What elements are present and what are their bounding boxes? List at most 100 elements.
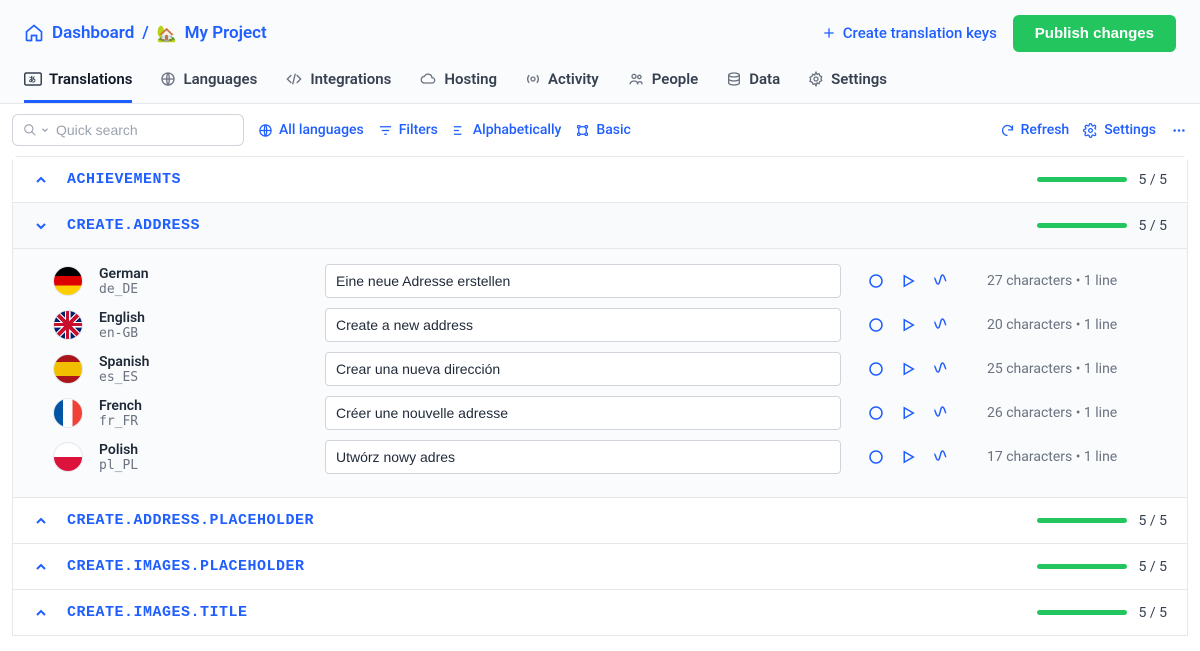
group-header[interactable]: CREATE.ADDRESS.PLACEHOLDER 5 / 5 [13,498,1187,543]
language-info: Polish pl_PL [99,442,309,473]
translation-input-wrapper [325,352,841,386]
translation-input[interactable] [325,396,841,430]
search-input[interactable] [56,122,233,138]
breadcrumb: Dashboard / 🏡 My Project [24,23,267,43]
tab-data[interactable]: Data [726,70,780,103]
play-icon[interactable] [899,272,917,290]
group-create-images-title: CREATE.IMAGES.TITLE 5 / 5 [12,589,1188,636]
chevron-down-icon [33,218,49,234]
group-key: CREATE.ADDRESS.PLACEHOLDER [67,512,314,529]
translation-input[interactable] [325,264,841,298]
wave-icon[interactable] [931,448,951,466]
wave-icon[interactable] [931,360,951,378]
filters-button[interactable]: Filters [378,122,438,138]
translation-row: English en-GB 20 characters • 1 line [53,303,1147,347]
language-info: German de_DE [99,266,309,297]
tab-label: Settings [831,70,887,88]
tab-label: Hosting [444,70,497,88]
wave-icon[interactable] [931,404,951,422]
progress-bar [1037,177,1127,182]
progress-count: 5 / 5 [1139,172,1167,188]
publish-button[interactable]: Publish changes [1013,15,1176,52]
tab-label: Data [749,70,780,88]
group-header[interactable]: CREATE.IMAGES.PLACEHOLDER 5 / 5 [13,544,1187,589]
play-icon[interactable] [899,360,917,378]
row-actions [867,316,951,334]
group-achievements: ACHIEVEMENTS 5 / 5 [12,156,1188,203]
translation-input[interactable] [325,352,841,386]
language-info: French fr_FR [99,398,309,429]
status-circle-icon[interactable] [867,448,885,466]
all-languages-label: All languages [279,122,364,138]
tab-activity[interactable]: Activity [525,70,599,103]
translation-row: French fr_FR 26 characters • 1 line [53,391,1147,435]
wave-icon[interactable] [931,272,951,290]
data-icon [726,71,742,87]
progress-count: 5 / 5 [1139,605,1167,621]
tab-people[interactable]: People [627,70,699,103]
progress-bar [1037,564,1127,569]
home-icon[interactable] [24,23,44,43]
flag-icon [53,442,83,472]
row-actions [867,404,951,422]
view-button[interactable]: Basic [575,122,630,138]
translation-input-wrapper [325,264,841,298]
activity-icon [525,71,541,87]
language-code: fr_FR [99,414,309,429]
chevron-up-icon [33,513,49,529]
status-circle-icon[interactable] [867,272,885,290]
group-key: CREATE.ADDRESS [67,217,200,234]
language-code: en-GB [99,326,309,341]
language-name: French [99,398,309,414]
group-progress: 5 / 5 [1037,513,1167,529]
status-circle-icon[interactable] [867,316,885,334]
group-progress: 5 / 5 [1037,172,1167,188]
tab-translations[interactable]: あ Translations [24,70,132,103]
play-icon[interactable] [899,404,917,422]
tab-languages[interactable]: Languages [160,70,257,103]
view-label: Basic [596,122,630,138]
group-progress: 5 / 5 [1037,218,1167,234]
language-code: de_DE [99,282,309,297]
filters-label: Filters [399,122,438,138]
breadcrumb-project[interactable]: My Project [185,23,267,43]
code-icon [285,71,303,87]
create-keys-label: Create translation keys [843,24,997,42]
translation-input[interactable] [325,440,841,474]
search-icon [23,123,37,137]
status-circle-icon[interactable] [867,360,885,378]
create-translation-keys-link[interactable]: Create translation keys [821,24,997,42]
tab-label: People [652,70,699,88]
sort-label: Alphabetically [473,122,562,138]
search-input-wrapper[interactable] [12,114,244,146]
flag-icon [53,266,83,296]
refresh-button[interactable]: Refresh [1000,122,1070,138]
tab-settings[interactable]: Settings [808,70,887,103]
translation-input-wrapper [325,440,841,474]
tab-hosting[interactable]: Hosting [419,70,497,103]
wave-icon[interactable] [931,316,951,334]
tab-label: Integrations [310,70,391,88]
settings-button[interactable]: Settings [1083,122,1156,138]
translation-meta: 25 characters • 1 line [987,361,1147,377]
group-header[interactable]: ACHIEVEMENTS 5 / 5 [13,157,1187,202]
all-languages-filter[interactable]: All languages [258,122,364,138]
group-header[interactable]: CREATE.IMAGES.TITLE 5 / 5 [13,590,1187,635]
play-icon[interactable] [899,316,917,334]
language-name: English [99,310,309,326]
progress-bar [1037,610,1127,615]
play-icon[interactable] [899,448,917,466]
tabs: あ Translations Languages Integrations Ho… [0,56,1200,104]
flag-icon [53,310,83,340]
settings-label: Settings [1104,122,1156,138]
sort-button[interactable]: Alphabetically [452,122,562,138]
more-button[interactable] [1170,123,1188,138]
status-circle-icon[interactable] [867,404,885,422]
translation-input[interactable] [325,308,841,342]
translation-row: German de_DE 27 characters • 1 line [53,259,1147,303]
breadcrumb-dashboard[interactable]: Dashboard [52,23,134,43]
group-key: CREATE.IMAGES.PLACEHOLDER [67,558,305,575]
group-header[interactable]: CREATE.ADDRESS 5 / 5 [13,203,1187,248]
cloud-icon [419,71,437,87]
tab-integrations[interactable]: Integrations [285,70,391,103]
